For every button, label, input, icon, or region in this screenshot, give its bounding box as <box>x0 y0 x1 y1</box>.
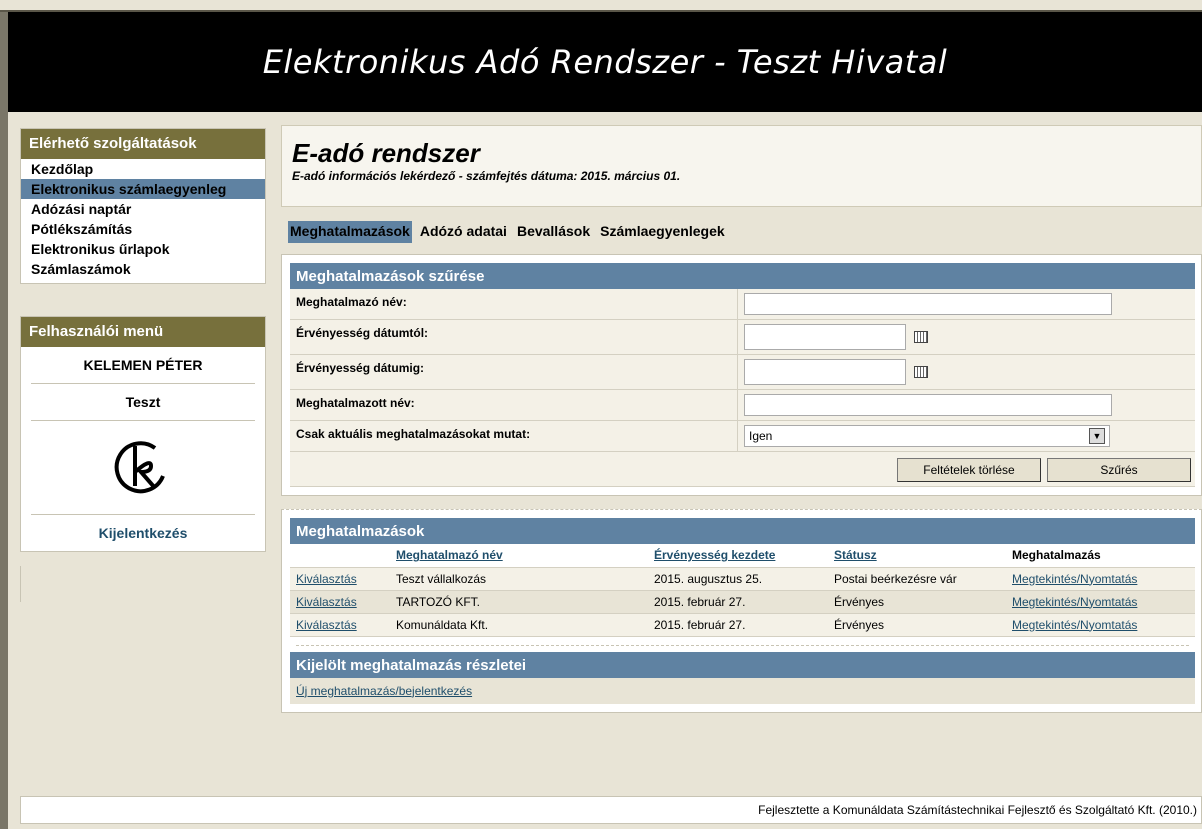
calendar-icon[interactable] <box>914 331 928 343</box>
clear-filters-button[interactable]: Feltételek törlése <box>897 458 1041 482</box>
table-row: Kiválasztás Teszt vállalkozás 2015. augu… <box>290 567 1195 591</box>
new-authorization-link[interactable]: Új meghatalmazás/bejelentkezés <box>296 684 472 698</box>
table-row: Kiválasztás Komunáldata Kft. 2015. febru… <box>290 613 1195 637</box>
sidebar-item-account-balance[interactable]: Elektronikus számlaegyenleg <box>21 179 265 199</box>
select-link[interactable]: Kiválasztás <box>296 618 357 632</box>
valid-start-cell: 2015. február 27. <box>648 613 828 637</box>
grantor-name-label: Meghatalmazó név: <box>290 289 738 319</box>
details-body: Új meghatalmazás/bejelentkezés <box>290 677 1195 704</box>
col-valid-start[interactable]: Érvényesség kezdete <box>654 548 775 562</box>
company-logo <box>31 421 255 515</box>
calendar-icon[interactable] <box>914 366 928 378</box>
filter-actions: Feltételek törlése Szűrés <box>290 452 1195 487</box>
status-cell: Érvényes <box>828 590 1006 614</box>
filter-row-current-only: Csak aktuális meghatalmazásokat mutat: I… <box>290 421 1195 452</box>
grantee-name-label: Meghatalmazott név: <box>290 390 738 420</box>
tab-returns[interactable]: Bevallások <box>515 221 592 243</box>
filter-row-valid-to: Érvényesség dátumig: <box>290 355 1195 390</box>
col-status[interactable]: Státusz <box>834 548 877 562</box>
grantor-name-input[interactable] <box>744 293 1112 315</box>
user-menu-panel: Felhasználói menü KELEMEN PÉTER Teszt Ki… <box>20 316 266 552</box>
current-only-label: Csak aktuális meghatalmazásokat mutat: <box>290 421 738 451</box>
grantor-name-cell: Teszt vállalkozás <box>390 567 648 591</box>
view-print-link[interactable]: Megtekintés/Nyomtatás <box>1012 572 1137 586</box>
col-select <box>290 544 390 568</box>
sidebar-item-surcharge-calc[interactable]: Pótlékszámítás <box>21 219 265 239</box>
current-only-select[interactable]: Igen ▼ <box>744 425 1110 447</box>
status-cell: Érvényes <box>828 613 1006 637</box>
table-header-row: Meghatalmazó név Érvényesség kezdete Stá… <box>290 544 1195 568</box>
sidebar-item-tax-calendar[interactable]: Adózási naptár <box>21 199 265 219</box>
organization-name: Teszt <box>31 384 255 421</box>
user-menu-title: Felhasználói menü <box>21 317 265 347</box>
main-content: E-adó rendszer E-adó információs lekérde… <box>281 125 1202 713</box>
tab-bar: Meghatalmazások Adózó adatai Bevallások … <box>281 221 1202 245</box>
details-title: Kijelölt meghatalmazás részletei <box>290 651 1195 678</box>
valid-start-cell: 2015. február 27. <box>648 590 828 614</box>
filter-row-valid-from: Érvényesség dátumtól: <box>290 320 1195 355</box>
current-only-value: Igen <box>749 429 773 443</box>
status-cell: Postai beérkezésre vár <box>828 567 1006 591</box>
authorizations-title: Meghatalmazások <box>290 518 1195 544</box>
filter-button[interactable]: Szűrés <box>1047 458 1191 482</box>
col-grantor-name[interactable]: Meghatalmazó név <box>396 548 503 562</box>
logout-link[interactable]: Kijelentkezés <box>21 515 265 551</box>
sidebar-item-electronic-forms[interactable]: Elektronikus űrlapok <box>21 239 265 259</box>
k-logo-icon <box>114 440 165 493</box>
tab-taxpayer-data[interactable]: Adózó adatai <box>418 221 509 243</box>
chevron-down-icon[interactable]: ▼ <box>1089 428 1105 444</box>
valid-to-input[interactable] <box>744 359 906 385</box>
filter-panel: Meghatalmazások szűrése Meghatalmazó név… <box>281 254 1202 496</box>
table-row: Kiválasztás TARTOZÓ KFT. 2015. február 2… <box>290 590 1195 614</box>
valid-from-input[interactable] <box>744 324 906 350</box>
grantee-name-input[interactable] <box>744 394 1112 416</box>
page-header-panel: E-adó rendszer E-adó információs lekérde… <box>281 125 1202 207</box>
valid-start-cell: 2015. augusztus 25. <box>648 567 828 591</box>
sidebar-item-home[interactable]: Kezdőlap <box>21 159 265 179</box>
services-title: Elérhető szolgáltatások <box>21 129 265 159</box>
authorizations-panel: Meghatalmazások Meghatalmazó név Érvénye… <box>281 509 1202 713</box>
tab-account-balances[interactable]: Számlaegyenlegek <box>598 221 727 243</box>
select-link[interactable]: Kiválasztás <box>296 572 357 586</box>
grantor-name-cell: Komunáldata Kft. <box>390 613 648 637</box>
tab-authorizations[interactable]: Meghatalmazások <box>288 221 412 243</box>
col-authorization: Meghatalmazás <box>1006 544 1195 568</box>
user-name: KELEMEN PÉTER <box>31 347 255 384</box>
page-subtitle: E-adó információs lekérdező - számfejtés… <box>292 169 681 183</box>
filter-title: Meghatalmazások szűrése <box>290 263 1195 289</box>
select-link[interactable]: Kiválasztás <box>296 595 357 609</box>
services-panel: Elérhető szolgáltatások Kezdőlap Elektro… <box>20 128 266 284</box>
sidebar-item-account-numbers[interactable]: Számlaszámok <box>21 259 265 279</box>
app-title: Elektronikus Adó Rendszer - Teszt Hivata… <box>262 43 948 81</box>
authorizations-table: Meghatalmazó név Érvényesség kezdete Stá… <box>290 544 1195 637</box>
footer: Fejlesztette a Komunáldata Számítástechn… <box>20 796 1202 824</box>
window-left-border <box>0 12 8 829</box>
filter-row-grantee: Meghatalmazott név: <box>290 390 1195 421</box>
view-print-link[interactable]: Megtekintés/Nyomtatás <box>1012 618 1137 632</box>
filter-row-grantor: Meghatalmazó név: <box>290 289 1195 320</box>
valid-to-label: Érvényesség dátumig: <box>290 355 738 389</box>
sidebar-divider <box>20 566 266 602</box>
valid-from-label: Érvényesség dátumtól: <box>290 320 738 354</box>
grantor-name-cell: TARTOZÓ KFT. <box>390 590 648 614</box>
view-print-link[interactable]: Megtekintés/Nyomtatás <box>1012 595 1137 609</box>
page-title: E-adó rendszer <box>292 138 480 168</box>
app-header: Elektronikus Adó Rendszer - Teszt Hivata… <box>8 12 1202 112</box>
